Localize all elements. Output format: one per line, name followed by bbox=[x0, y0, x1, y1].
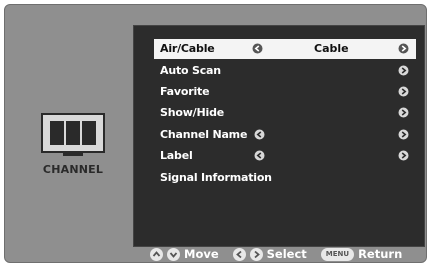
menu-item-label: Auto Scan bbox=[160, 64, 221, 77]
menu-item-channel-name[interactable]: Channel Name bbox=[134, 125, 424, 145]
down-arrow-icon bbox=[167, 247, 180, 261]
return-hint-label: Return bbox=[358, 247, 403, 261]
left-arrow-icon[interactable] bbox=[252, 43, 263, 54]
menu-key-icon: MENU bbox=[320, 247, 355, 261]
right-arrow-icon bbox=[398, 107, 409, 118]
select-hint-label: Select bbox=[266, 247, 307, 261]
sidebar-category-label: CHANNEL bbox=[42, 163, 104, 176]
right-arrow-icon bbox=[398, 86, 409, 97]
menu-item-favorite[interactable]: Favorite bbox=[134, 82, 424, 102]
left-arrow-icon bbox=[254, 129, 265, 140]
right-arrow-icon bbox=[249, 247, 263, 261]
channel-menu: Air/Cable Cable Auto Scan Favorite Show/… bbox=[133, 25, 425, 247]
button-guide: Move Select MENU Return bbox=[150, 245, 402, 263]
right-arrow-icon bbox=[398, 65, 409, 76]
right-arrow-icon[interactable] bbox=[398, 43, 409, 54]
tv-icon bbox=[41, 113, 105, 156]
menu-item-show-hide[interactable]: Show/Hide bbox=[134, 103, 424, 123]
menu-item-label-setting[interactable]: Label bbox=[134, 146, 424, 166]
right-arrow-icon bbox=[398, 150, 409, 161]
menu-item-signal-information[interactable]: Signal Information bbox=[134, 168, 424, 188]
menu-item-auto-scan[interactable]: Auto Scan bbox=[134, 61, 424, 81]
settings-screen: CHANNEL Air/Cable Cable Auto Scan Favori… bbox=[4, 4, 427, 263]
menu-item-label: Favorite bbox=[160, 85, 210, 98]
left-arrow-icon bbox=[232, 247, 246, 261]
menu-item-label: Channel Name bbox=[160, 128, 248, 141]
menu-item-label: Signal Information bbox=[160, 171, 272, 184]
air-cable-value: Cable bbox=[314, 42, 349, 55]
move-hint-label: Move bbox=[184, 247, 219, 261]
menu-item-label: Air/Cable bbox=[160, 42, 215, 55]
right-arrow-icon bbox=[398, 129, 409, 140]
menu-item-label: Label bbox=[160, 149, 193, 162]
menu-item-label: Show/Hide bbox=[160, 106, 225, 119]
menu-item-air-cable[interactable]: Air/Cable Cable bbox=[154, 39, 416, 59]
up-arrow-icon bbox=[150, 247, 163, 261]
left-arrow-icon bbox=[254, 150, 265, 161]
